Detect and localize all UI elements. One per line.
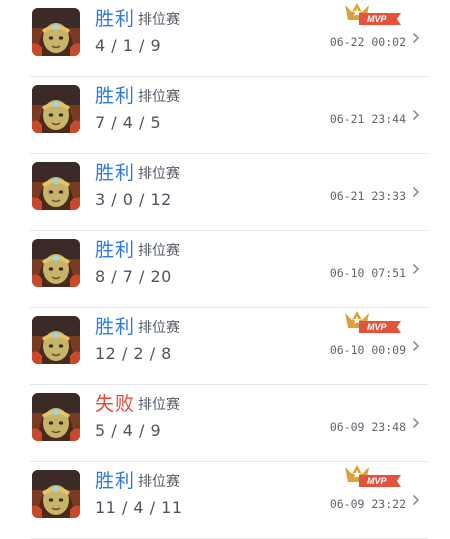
match-mode: 排位赛	[138, 243, 180, 259]
kda-score: 11 / 4 / 11	[95, 498, 183, 517]
hero-avatar	[32, 162, 80, 210]
hero-avatar	[32, 316, 80, 364]
chevron-right-icon[interactable]	[409, 415, 423, 429]
hero-avatar	[32, 8, 80, 56]
hero-avatar	[32, 393, 80, 441]
match-mode: 排位赛	[138, 474, 180, 490]
match-time: 06-21 23:44	[329, 112, 406, 126]
chevron-right-icon[interactable]	[409, 492, 423, 506]
match-result: 失败	[95, 393, 136, 415]
match-mode: 排位赛	[138, 89, 180, 105]
match-time: 06-10 00:09	[329, 343, 406, 357]
mvp-label: MVP	[367, 322, 387, 332]
match-mode: 排位赛	[138, 12, 180, 28]
match-result: 胜利	[95, 470, 136, 492]
mvp-badge-icon: MVP	[343, 310, 403, 336]
match-mode: 排位赛	[138, 320, 180, 336]
match-row[interactable]: 胜利 排位赛 4 / 1 / 9 MVP 06-22 00:02	[0, 0, 450, 77]
match-row[interactable]: 胜利 排位赛 12 / 2 / 8 MVP 06-10 00:09	[0, 308, 450, 385]
match-time: 06-21 23:33	[329, 189, 406, 203]
chevron-right-icon[interactable]	[409, 30, 423, 44]
match-result: 胜利	[95, 8, 136, 30]
mvp-badge-icon: MVP	[343, 2, 403, 28]
match-row[interactable]: 胜利 排位赛 8 / 7 / 20 06-10 07:51	[0, 231, 450, 308]
mvp-badge-icon: MVP	[343, 464, 403, 490]
chevron-right-icon[interactable]	[409, 184, 423, 198]
match-row[interactable]: 胜利 排位赛 3 / 0 / 12 06-21 23:33	[0, 154, 450, 231]
kda-score: 3 / 0 / 12	[95, 190, 172, 209]
kda-score: 4 / 1 / 9	[95, 36, 162, 55]
mvp-label: MVP	[367, 476, 387, 486]
match-row[interactable]: 失败 排位赛 5 / 4 / 9 06-09 23:48	[0, 385, 450, 462]
kda-score: 12 / 2 / 8	[95, 344, 172, 363]
chevron-right-icon[interactable]	[409, 107, 423, 121]
match-time: 06-09 23:48	[329, 420, 406, 434]
match-row[interactable]: 胜利 排位赛 7 / 4 / 5 06-21 23:44	[0, 77, 450, 154]
match-time: 06-09 23:22	[329, 497, 406, 511]
chevron-right-icon[interactable]	[409, 261, 423, 275]
kda-score: 5 / 4 / 9	[95, 421, 162, 440]
hero-avatar	[32, 85, 80, 133]
match-time: 06-10 07:51	[329, 266, 406, 280]
match-row[interactable]: 胜利 排位赛 11 / 4 / 11 MVP 06-09 23:22	[0, 462, 450, 539]
kda-score: 8 / 7 / 20	[95, 267, 172, 286]
match-mode: 排位赛	[138, 397, 180, 413]
hero-avatar	[32, 470, 80, 518]
kda-score: 7 / 4 / 5	[95, 113, 162, 132]
match-result: 胜利	[95, 85, 136, 107]
match-result: 胜利	[95, 239, 136, 261]
mvp-label: MVP	[367, 14, 387, 24]
chevron-right-icon[interactable]	[409, 338, 423, 352]
match-result: 胜利	[95, 316, 136, 338]
match-time: 06-22 00:02	[329, 35, 406, 49]
hero-avatar	[32, 239, 80, 287]
match-mode: 排位赛	[138, 166, 180, 182]
match-result: 胜利	[95, 162, 136, 184]
